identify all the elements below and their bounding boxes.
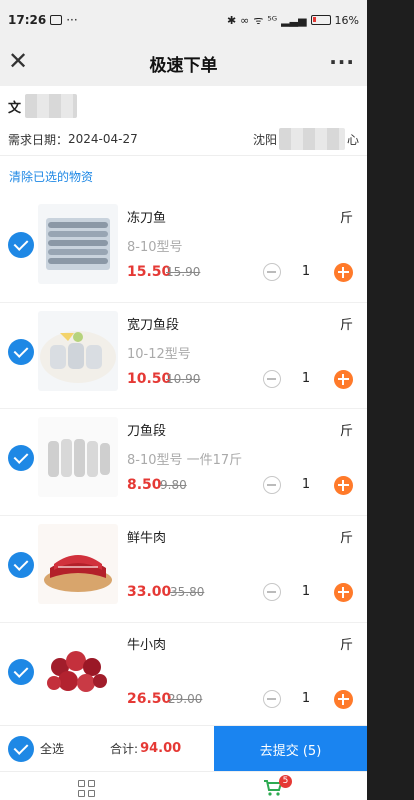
- product-image-frozen-hairtail: [38, 204, 118, 284]
- submit-label: 去提交 (5): [259, 743, 322, 759]
- list-item: 牛小肉 斤 26.50 29.00 1: [0, 623, 367, 730]
- total-label: 合计:: [110, 742, 139, 756]
- product-old-price: 35.80: [170, 585, 205, 599]
- battery-icon: [310, 15, 331, 25]
- select-all-checkbox[interactable]: [8, 735, 34, 762]
- item-checkbox[interactable]: [8, 659, 34, 685]
- product-unit: 斤: [340, 318, 354, 333]
- quantity-value: 1: [301, 691, 311, 706]
- customer-name: 文: [8, 94, 359, 118]
- product-spec: 8-10型号 一件17斤: [127, 453, 243, 468]
- link-icon: ∞: [240, 13, 250, 27]
- product-old-price: 29.00: [168, 692, 203, 706]
- product-image-wide-hairtail-segments: [38, 311, 118, 391]
- product-price: 33.00: [127, 584, 172, 600]
- quantity-value: 1: [301, 584, 311, 599]
- decrease-button[interactable]: [263, 263, 281, 281]
- redacted-name: [25, 94, 78, 118]
- increase-button[interactable]: [334, 690, 353, 709]
- product-name: 牛小肉: [127, 638, 167, 653]
- date-row: 需求日期： 2024-04-27 沈阳 心: [8, 128, 359, 150]
- quantity-value: 1: [301, 264, 311, 279]
- quantity-value: 1: [301, 477, 311, 492]
- product-unit: 斤: [340, 211, 354, 226]
- app-notification-icon: [50, 15, 63, 25]
- product-price: 8.50: [127, 477, 162, 493]
- network-label: ⁵ᴳ: [267, 13, 278, 27]
- bluetooth-icon: ✱: [226, 13, 237, 27]
- customer-name-text: 文: [8, 100, 22, 116]
- item-list: 冻刀鱼 斤 8-10型号 15.50 15.90 1 宽刀鱼段 斤 10-12型…: [0, 196, 367, 730]
- more-options-icon[interactable]: ···: [329, 50, 355, 74]
- product-name: 宽刀鱼段: [127, 318, 180, 333]
- grid-icon[interactable]: [78, 780, 96, 798]
- cart-badge: 5: [279, 775, 292, 788]
- city-suffix: 心: [346, 132, 359, 147]
- product-unit: 斤: [340, 638, 354, 653]
- item-checkbox[interactable]: [8, 445, 34, 471]
- decrease-button[interactable]: [263, 476, 281, 494]
- battery-percent: 16%: [334, 13, 359, 27]
- clear-selected-link[interactable]: 清除已选的物资: [0, 156, 367, 196]
- item-checkbox[interactable]: [8, 232, 34, 258]
- product-name: 鲜牛肉: [127, 531, 167, 546]
- status-time: 17:26: [8, 13, 47, 27]
- product-spec: 10-12型号: [127, 347, 191, 362]
- tab-bar: 5: [0, 771, 367, 800]
- city-prefix: 沈阳: [252, 132, 277, 147]
- product-price: 26.50: [127, 691, 172, 707]
- decrease-button[interactable]: [263, 370, 281, 388]
- list-item: 冻刀鱼 斤 8-10型号 15.50 15.90 1: [0, 196, 367, 303]
- decrease-button[interactable]: [263, 690, 281, 708]
- product-spec: 8-10型号: [127, 240, 183, 255]
- list-item: 鲜牛肉 斤 33.00 35.80 1: [0, 516, 367, 623]
- product-image-beef-cubes: [38, 631, 118, 711]
- nav-bar: ✕ 极速下单 ···: [0, 40, 367, 86]
- product-image-fresh-beef: [38, 524, 118, 604]
- phone-screen: 17:26 ··· ✱ ∞ ᯤ ⁵ᴳ ▂▃▅ 16% ✕ 极速下单 ··· 文 …: [0, 0, 367, 800]
- increase-button[interactable]: [334, 583, 353, 602]
- wifi-icon: ᯤ: [253, 13, 264, 27]
- increase-button[interactable]: [334, 370, 353, 389]
- decrease-button[interactable]: [263, 583, 281, 601]
- product-old-price: 15.90: [166, 265, 201, 279]
- close-icon[interactable]: ✕: [6, 49, 30, 74]
- redacted-city: [278, 128, 345, 150]
- status-more-dots: ···: [66, 13, 78, 27]
- select-all-label[interactable]: 全选: [40, 740, 64, 757]
- date-label: 需求日期：: [8, 132, 69, 147]
- date-value: 2024-04-27: [68, 132, 138, 146]
- product-old-price: 10.90: [166, 372, 201, 386]
- product-old-price: 9.80: [160, 478, 187, 492]
- list-item: 刀鱼段 斤 8-10型号 一件17斤 8.50 9.80 1: [0, 409, 367, 516]
- background-strip: [367, 0, 414, 800]
- product-image-hairtail-segments: [38, 417, 118, 497]
- product-name: 刀鱼段: [127, 424, 167, 439]
- product-unit: 斤: [340, 424, 354, 439]
- product-name: 冻刀鱼: [127, 211, 167, 226]
- item-checkbox[interactable]: [8, 552, 34, 578]
- list-item: 宽刀鱼段 斤 10-12型号 10.50 10.90 1: [0, 303, 367, 409]
- checkout-bar: 全选 合计: 94.00 去提交 (5): [0, 725, 367, 772]
- quantity-value: 1: [301, 371, 311, 386]
- signal-icon: ▂▃▅: [281, 13, 307, 27]
- product-price: 10.50: [127, 371, 172, 387]
- product-unit: 斤: [340, 531, 354, 546]
- city-label: 沈阳 心: [253, 128, 359, 150]
- item-checkbox[interactable]: [8, 339, 34, 365]
- increase-button[interactable]: [334, 476, 353, 495]
- product-price: 15.50: [127, 264, 172, 280]
- total-value: 94.00: [140, 741, 182, 756]
- increase-button[interactable]: [334, 263, 353, 282]
- submit-button[interactable]: 去提交 (5): [214, 726, 367, 772]
- page-title: 极速下单: [149, 55, 218, 76]
- order-info: 文 需求日期： 2024-04-27 沈阳 心: [0, 86, 367, 156]
- status-bar: 17:26 ··· ✱ ∞ ᯤ ⁵ᴳ ▂▃▅ 16%: [0, 0, 367, 40]
